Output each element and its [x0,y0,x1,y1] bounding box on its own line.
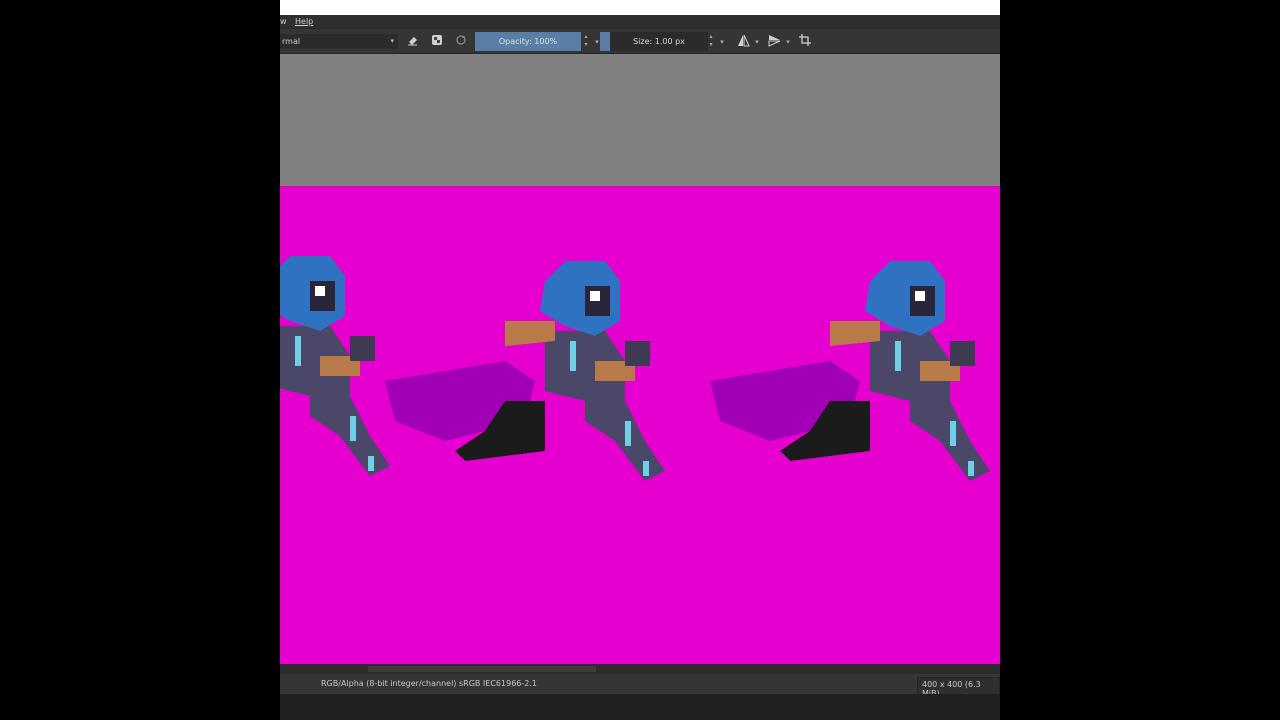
color-profile-info: RGB/Alpha (8-bit integer/channel) sRGB I… [321,679,537,688]
size-slider[interactable]: Size: 1.00 px [600,32,708,51]
blend-mode-value: rmal [282,37,301,46]
sprite-sheet-artwork [280,256,990,481]
menu-item-help[interactable]: Help [295,17,313,26]
menu-item-window[interactable]: w [280,17,287,26]
reload-icon[interactable] [453,34,469,50]
mirror-vertical-chevron-icon[interactable]: ▾ [780,34,796,50]
sprite-frame [385,261,665,481]
canvas-workspace[interactable] [280,54,1000,664]
mirror-horizontal-chevron-icon[interactable]: ▾ [749,34,765,50]
tool-options-bar: rmal ▾ Opacity: 100% ▴ ▾ ▾ Size: 1.00 px … [280,28,1000,54]
title-strip [280,0,1000,15]
sprite-frame [280,256,390,476]
size-menu-chevron-icon[interactable]: ▾ [714,34,730,50]
crop-icon[interactable] [797,34,813,50]
chevron-down-icon: ▾ [390,37,394,45]
status-bar: RGB/Alpha (8-bit integer/channel) sRGB I… [280,674,1000,701]
eraser-icon[interactable] [405,34,421,50]
krita-window: w Help rmal ▾ Opacity: 100% ▴ ▾ ▾ Size: 1… [280,0,1000,720]
alpha-lock-icon[interactable] [429,34,445,50]
blend-mode-select[interactable]: rmal ▾ [280,34,398,49]
size-slider-fill [600,32,610,51]
size-label: Size: 1.00 px [633,37,685,46]
drawing-canvas[interactable] [280,186,1000,664]
opacity-slider[interactable]: Opacity: 100% [475,32,581,51]
bottom-strip [280,694,1000,720]
opacity-label: Opacity: 100% [498,37,558,46]
sprite-frame [710,261,990,481]
menu-bar: w Help [280,15,1000,28]
horizontal-scrollbar[interactable] [280,664,1000,674]
scrollbar-thumb[interactable] [368,666,596,672]
